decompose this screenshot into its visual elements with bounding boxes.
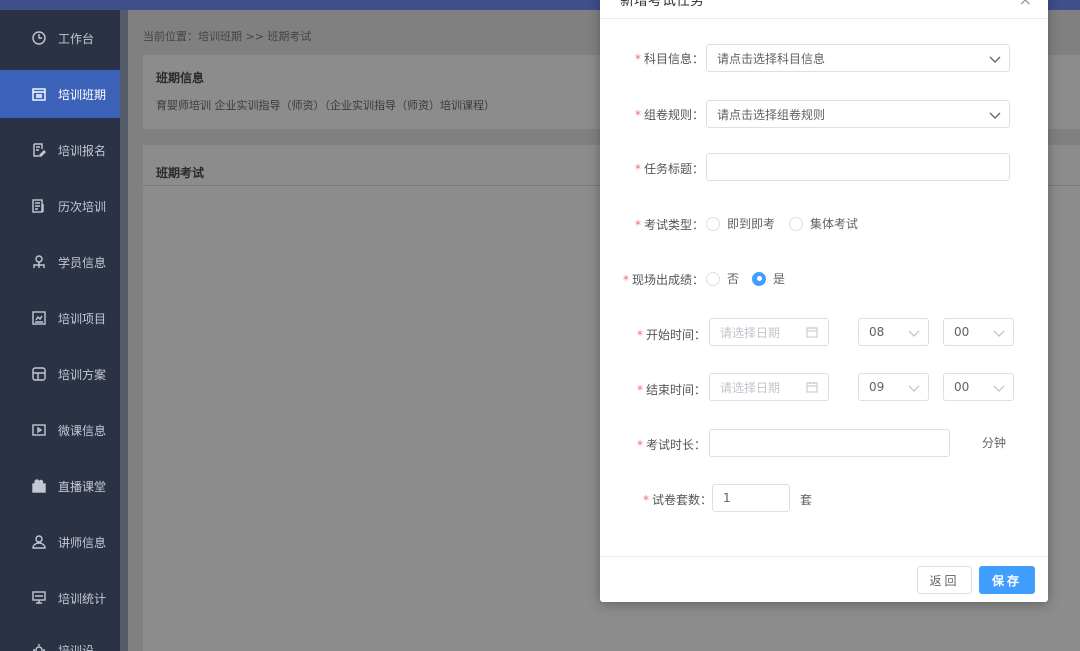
video-icon [32, 423, 46, 437]
chevron-down-icon [908, 382, 920, 392]
onsite-score-label: * 现场出成绩： [622, 273, 704, 287]
back-button[interactable]: 返回 [917, 566, 972, 594]
sidebar-item-label: 讲师信息 [58, 535, 107, 550]
calendar-icon [32, 87, 46, 101]
sidebar-item-label: 学员信息 [58, 255, 107, 270]
chevron-down-icon [908, 327, 920, 337]
end-date-picker[interactable]: 请选择日期 [709, 373, 829, 401]
clock-icon [32, 31, 46, 45]
document-list-icon [32, 199, 46, 213]
sidebar-item-label: 培训班期 [58, 87, 107, 102]
radio-circle [706, 216, 720, 231]
paper-sets-input[interactable]: 1 [712, 484, 790, 512]
sidebar-item-enrollment[interactable]: 培训报名 [0, 126, 120, 174]
add-exam-dialog: 新增考试任务 × *科目信息： 请点击选择科目信息 *组卷规则： 请点击选择组卷… [600, 0, 1048, 602]
close-icon[interactable]: × [1019, 0, 1032, 8]
divider [600, 18, 1048, 19]
end-minute-select[interactable]: 00 [943, 373, 1014, 401]
onsite-score-radio-no[interactable]: 否 [706, 270, 739, 287]
sidebar-item-label: 培训方案 [58, 367, 107, 382]
start-minute-select[interactable]: 00 [943, 318, 1014, 346]
sidebar-item-label: 培训报名 [58, 143, 107, 158]
paper-sets-unit: 套 [800, 493, 813, 507]
sidebar-item-statistics[interactable]: 培训统计 [0, 574, 120, 622]
sidebar-item-microcourse[interactable]: 微课信息 [0, 406, 120, 454]
live-camera-icon [32, 479, 46, 493]
sidebar-item-label: 培训统计 [58, 591, 107, 606]
chevron-down-icon [993, 327, 1005, 337]
duration-label: * 考试时长： [636, 438, 706, 452]
sidebar-item-label: 直播课堂 [58, 479, 107, 494]
subject-select[interactable]: 请点击选择科目信息 [706, 44, 1010, 72]
monitor-icon [32, 591, 46, 605]
exam-type-label: * 考试类型： [634, 218, 704, 232]
sidebar: 工作台 培训班期 培训报名 历次培训 学员信息 培训项目 培训方案 微课信息 直… [0, 10, 120, 651]
calendar-icon [806, 381, 818, 393]
sidebar-item-label: 历次培训 [58, 199, 107, 214]
duration-unit: 分钟 [982, 436, 1007, 450]
end-hour-select[interactable]: 09 [858, 373, 929, 401]
sidebar-item-workbench[interactable]: 工作台 [0, 14, 120, 62]
radio-circle [706, 271, 720, 286]
gear-icon [32, 643, 46, 651]
start-date-picker[interactable]: 请选择日期 [709, 318, 829, 346]
start-hour-select[interactable]: 08 [858, 318, 929, 346]
calendar-icon [806, 326, 818, 338]
sidebar-item-settings[interactable]: 培训设 [0, 626, 120, 651]
radio-circle-selected [752, 271, 766, 286]
chevron-down-icon [989, 53, 1001, 63]
paper-sets-label: * 试卷套数： [642, 493, 712, 507]
student-icon [32, 255, 46, 269]
rule-label: * 组卷规则： [634, 108, 704, 122]
start-time-label: * 开始时间： [636, 328, 706, 342]
sidebar-item-projects[interactable]: 培训项目 [0, 294, 120, 342]
breadcrumb: 当前位置：培训班期 >> 班期考试 [143, 30, 312, 43]
edit-form-icon [32, 143, 46, 157]
chevron-down-icon [993, 382, 1005, 392]
exam-panel-title: 班期考试 [156, 166, 205, 180]
rule-select[interactable]: 请点击选择组卷规则 [706, 100, 1010, 128]
sidebar-item-history[interactable]: 历次培训 [0, 182, 120, 230]
sidebar-item-training-period[interactable]: 培训班期 [0, 70, 120, 118]
onsite-score-radio-yes[interactable]: 是 [752, 270, 785, 287]
sidebar-item-label: 培训设 [58, 643, 95, 651]
exam-type-radio-group[interactable]: 集体考试 [789, 215, 858, 232]
sidebar-item-live[interactable]: 直播课堂 [0, 462, 120, 510]
sidebar-divider [120, 10, 128, 651]
project-icon [32, 311, 46, 325]
end-time-label: * 结束时间： [636, 383, 706, 397]
task-title-input[interactable] [706, 153, 1010, 181]
save-button[interactable]: 保存 [979, 566, 1035, 594]
sidebar-item-students[interactable]: 学员信息 [0, 238, 120, 286]
task-title-label: * 任务标题： [634, 162, 704, 176]
radio-circle [789, 216, 803, 231]
sidebar-item-teachers[interactable]: 讲师信息 [0, 518, 120, 566]
subject-label: * 科目信息： [634, 52, 704, 66]
info-panel-title: 班期信息 [156, 71, 205, 85]
teacher-icon [32, 535, 46, 549]
dialog-title: 新增考试任务 [620, 0, 704, 8]
exam-type-radio-instant[interactable]: 即到即考 [706, 215, 775, 232]
sidebar-item-label: 微课信息 [58, 423, 107, 438]
divider [600, 556, 1048, 557]
chevron-down-icon [989, 109, 1001, 119]
info-panel-subtitle: 育婴师培训 企业实训指导（师资）（企业实训指导（师资）培训课程） [156, 99, 495, 112]
plan-icon [32, 367, 46, 381]
sidebar-item-label: 工作台 [58, 31, 95, 46]
duration-input[interactable] [709, 429, 950, 457]
sidebar-item-label: 培训项目 [58, 311, 107, 326]
sidebar-item-plans[interactable]: 培训方案 [0, 350, 120, 398]
